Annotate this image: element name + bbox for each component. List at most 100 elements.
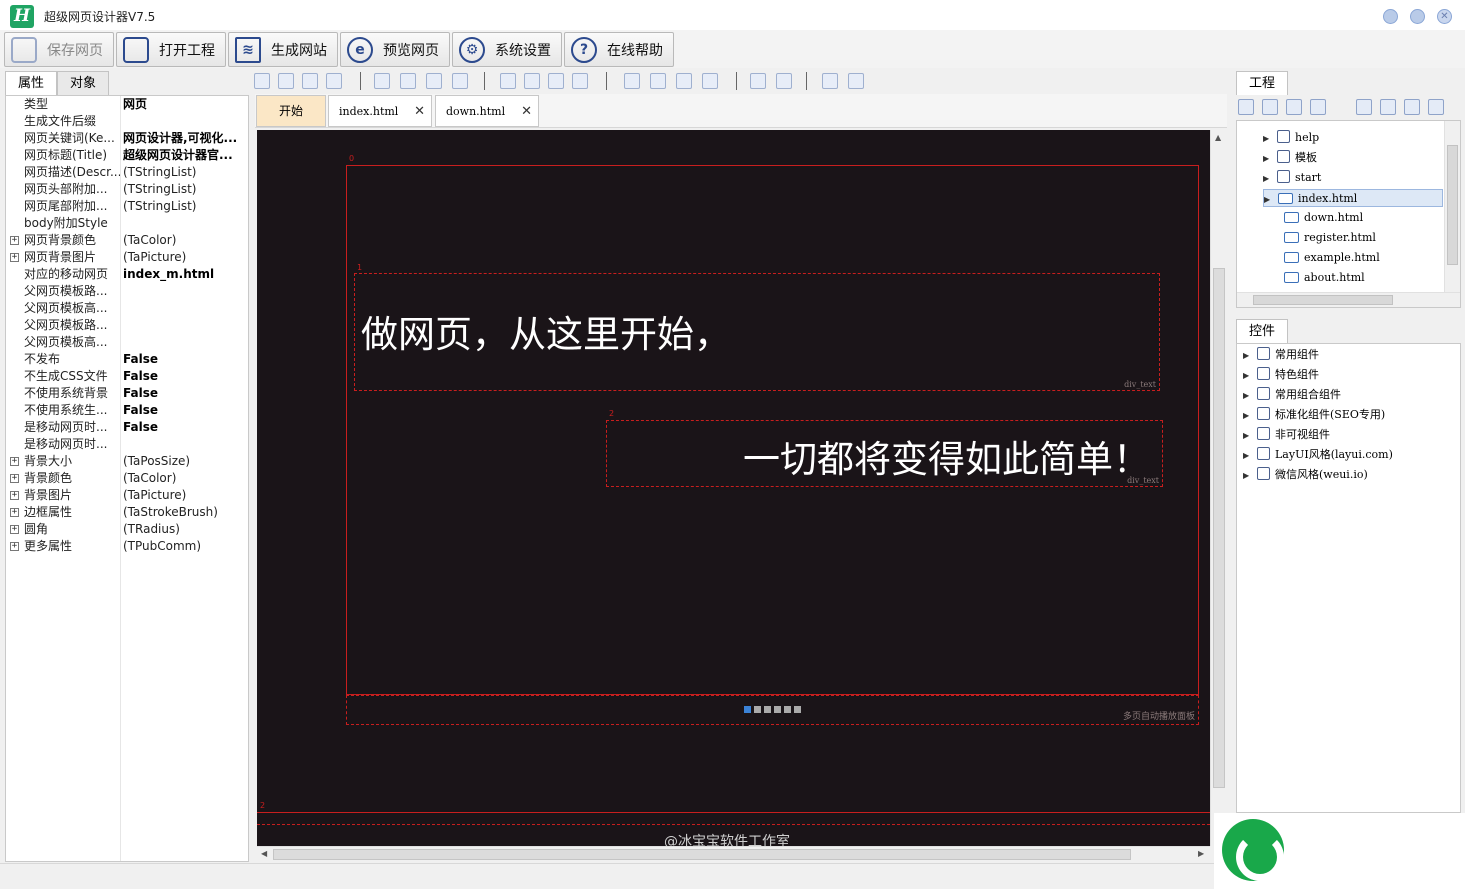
canvas-horizontal-scrollbar[interactable]: ◀ ▶ — [257, 846, 1210, 862]
project-tree-item[interactable]: ▶ index.html — [1263, 189, 1443, 207]
expand-arrow-icon[interactable]: ▶ — [1263, 170, 1277, 188]
layout-tool-icon[interactable] — [702, 73, 718, 89]
project-tree-item[interactable]: ▶ help — [1263, 129, 1443, 147]
layout-tool-icon[interactable] — [278, 73, 294, 89]
layout-tool-icon[interactable] — [548, 73, 564, 89]
expand-icon[interactable]: + — [10, 457, 19, 466]
project-tree-hscrollbar[interactable] — [1237, 292, 1460, 307]
build-site-button[interactable]: ≋ 生成网站 — [228, 32, 338, 67]
property-value[interactable]: (TPubComm) — [123, 538, 245, 555]
scrollbar-thumb[interactable] — [1213, 268, 1225, 788]
expand-arrow-icon[interactable]: ▶ — [1243, 407, 1257, 425]
property-value[interactable]: (TStringList) — [123, 198, 245, 215]
property-row[interactable]: 不使用系统生... False — [6, 402, 248, 419]
expand-icon[interactable]: + — [10, 474, 19, 483]
minimize-button[interactable] — [1383, 9, 1398, 24]
property-row[interactable]: 父网页模板路... — [6, 283, 248, 300]
property-row[interactable]: + 圆角 (TRadius) — [6, 521, 248, 538]
layout-tool-icon[interactable] — [326, 73, 342, 89]
property-row[interactable]: + 背景颜色 (TaColor) — [6, 470, 248, 487]
expand-arrow-icon[interactable]: ▶ — [1243, 447, 1257, 465]
layout-tool-icon[interactable] — [400, 73, 416, 89]
scroll-up-icon[interactable]: ▲ — [1215, 133, 1221, 142]
expand-arrow-icon[interactable]: ▶ — [1263, 130, 1277, 148]
property-row[interactable]: 网页描述(Descr... (TStringList) — [6, 164, 248, 181]
property-value[interactable]: False — [123, 351, 245, 368]
tab-index-html[interactable]: index.html ✕ — [328, 95, 432, 127]
close-tab-icon[interactable]: ✕ — [521, 96, 532, 127]
scroll-right-icon[interactable]: ▶ — [1198, 849, 1204, 858]
property-row[interactable]: 类型 网页 — [6, 96, 248, 113]
property-row[interactable]: + 网页背景颜色 (TaColor) — [6, 232, 248, 249]
maximize-button[interactable] — [1410, 9, 1425, 24]
expand-arrow-icon[interactable]: ▶ — [1263, 150, 1277, 168]
save-page-button[interactable]: 保存网页 — [4, 32, 114, 67]
property-row[interactable]: 是移动网页时... False — [6, 419, 248, 436]
project-tool-icon[interactable] — [1262, 99, 1278, 115]
controls-tree-item[interactable]: ▶ 微信风格(weui.io) — [1243, 466, 1453, 484]
expand-icon[interactable]: + — [10, 525, 19, 534]
property-row[interactable]: 父网页模板高... — [6, 334, 248, 351]
layout-tool-icon[interactable] — [302, 73, 318, 89]
property-value[interactable]: False — [123, 419, 245, 436]
design-canvas[interactable]: 0 1 做网页，从这里开始， div_text 2 一切都将变得如此简单！ di… — [257, 130, 1210, 846]
expand-arrow-icon[interactable]: ▶ — [1243, 467, 1257, 485]
expand-icon[interactable]: + — [10, 236, 19, 245]
property-row[interactable]: 父网页模板路... — [6, 317, 248, 334]
project-tree-item[interactable]: example.html — [1270, 249, 1450, 267]
canvas-vertical-scrollbar[interactable]: ▲ — [1210, 130, 1227, 846]
tab-properties[interactable]: 属性 — [5, 71, 58, 95]
expand-arrow-icon[interactable]: ▶ — [1243, 347, 1257, 365]
scroll-left-icon[interactable]: ◀ — [261, 849, 267, 858]
carousel-dot[interactable] — [744, 706, 751, 713]
property-row[interactable]: 网页头部附加... (TStringList) — [6, 181, 248, 198]
carousel-dot[interactable] — [784, 706, 791, 713]
open-project-button[interactable]: 打开工程 — [116, 32, 226, 67]
property-row[interactable]: + 网页背景图片 (TaPicture) — [6, 249, 248, 266]
project-tool-icon[interactable] — [1238, 99, 1254, 115]
project-tree-item[interactable]: down.html — [1270, 209, 1450, 227]
layout-tool-icon[interactable] — [676, 73, 692, 89]
layout-tool-icon[interactable] — [776, 73, 792, 89]
property-value[interactable]: index_m.html — [123, 266, 245, 283]
expand-arrow-icon[interactable]: ▶ — [1264, 191, 1278, 209]
layout-tool-icon[interactable] — [426, 73, 442, 89]
project-tree-item[interactable]: register.html — [1270, 229, 1450, 247]
tab-controls[interactable]: 控件 — [1236, 319, 1289, 343]
property-row[interactable]: 网页关键词(Ke... 网页设计器,可视化... — [6, 130, 248, 147]
layout-tool-icon[interactable] — [572, 73, 588, 89]
property-row[interactable]: 对应的移动网页 index_m.html — [6, 266, 248, 283]
carousel-pager[interactable] — [744, 706, 801, 713]
layout-tool-icon[interactable] — [848, 73, 864, 89]
project-tool-icon[interactable] — [1310, 99, 1326, 115]
expand-arrow-icon[interactable]: ▶ — [1243, 427, 1257, 445]
layout-tool-icon[interactable] — [650, 73, 666, 89]
subline-text-box[interactable]: 一切都将变得如此简单！ div_text — [606, 420, 1163, 487]
tab-start[interactable]: 开始 — [256, 95, 326, 127]
project-tool-icon[interactable] — [1356, 99, 1372, 115]
layout-tool-icon[interactable] — [822, 73, 838, 89]
project-tree-item[interactable]: ▶ start — [1263, 169, 1443, 187]
property-row[interactable]: body附加Style — [6, 215, 248, 232]
property-row[interactable]: 不发布 False — [6, 351, 248, 368]
property-row[interactable]: 不使用系统背景 False — [6, 385, 248, 402]
property-value[interactable]: (TaColor) — [123, 470, 245, 487]
layout-tool-icon[interactable] — [374, 73, 390, 89]
property-value[interactable]: (TaPosSize) — [123, 453, 245, 470]
expand-icon[interactable]: + — [10, 508, 19, 517]
expand-icon[interactable]: + — [10, 253, 19, 262]
headline-text-box[interactable]: 做网页，从这里开始， div_text — [354, 273, 1160, 391]
online-help-button[interactable]: ? 在线帮助 — [564, 32, 674, 67]
property-value[interactable]: (TaColor) — [123, 232, 245, 249]
preview-page-button[interactable]: e 预览网页 — [340, 32, 450, 67]
property-value[interactable]: False — [123, 402, 245, 419]
layout-tool-icon[interactable] — [524, 73, 540, 89]
close-button[interactable]: ✕ — [1437, 9, 1452, 24]
controls-tree-item[interactable]: ▶ LayUI风格(layui.com) — [1243, 446, 1453, 464]
property-value[interactable]: 网页 — [123, 96, 245, 113]
property-value[interactable]: (TaPicture) — [123, 249, 245, 266]
controls-tree-item[interactable]: ▶ 常用组合组件 — [1243, 386, 1453, 404]
controls-tree-item[interactable]: ▶ 标准化组件(SEO专用) — [1243, 406, 1453, 424]
controls-tree-item[interactable]: ▶ 常用组件 — [1243, 346, 1453, 364]
carousel-dot[interactable] — [754, 706, 761, 713]
